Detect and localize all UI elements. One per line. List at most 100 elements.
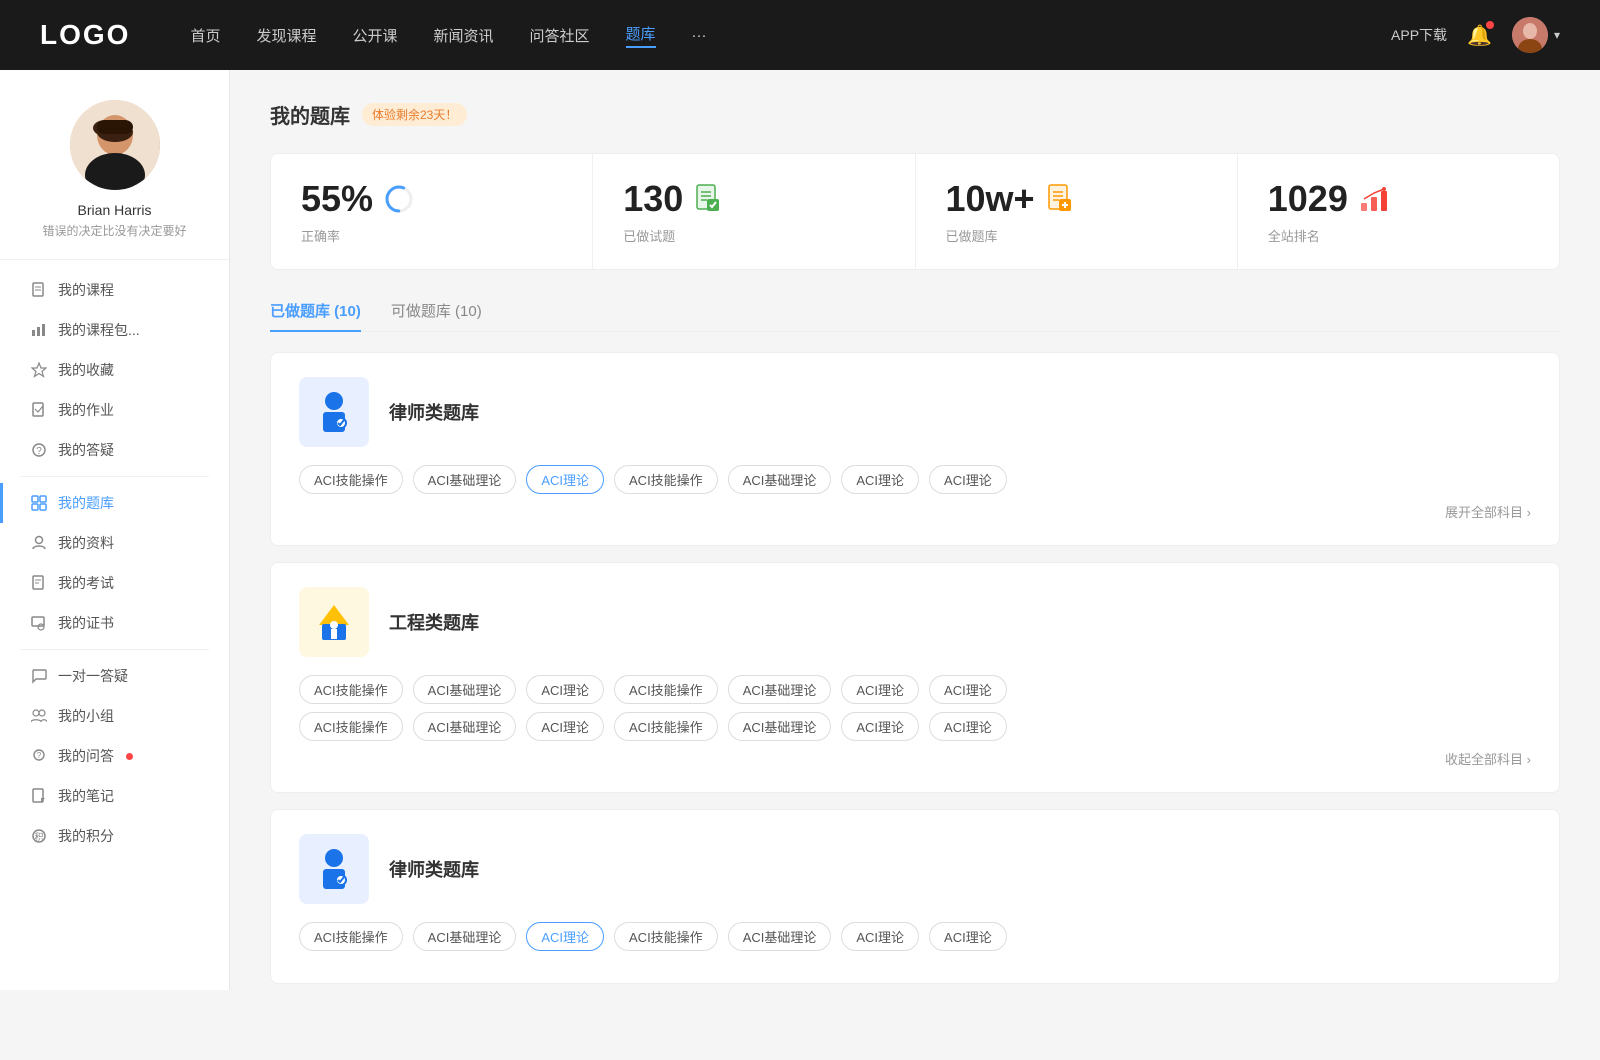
file-icon <box>30 281 48 299</box>
tag-1r-1[interactable]: ACI基础理论 <box>413 712 517 741</box>
tag-2-0[interactable]: ACI技能操作 <box>299 922 403 951</box>
grid-icon <box>30 494 48 512</box>
stat-accuracy-value: 55% <box>301 178 373 220</box>
sidebar-item-my-notes[interactable]: 我的笔记 <box>0 776 229 816</box>
stat-ranking-label: 全站排名 <box>1268 226 1529 245</box>
nav-news[interactable]: 新闻资讯 <box>434 25 494 46</box>
page-layout: Brian Harris 错误的决定比没有决定要好 我的课程 我的课程包... <box>0 70 1600 1030</box>
tag-2-6[interactable]: ACI理论 <box>929 922 1007 951</box>
sidebar-item-my-cert[interactable]: 我的证书 <box>0 603 229 643</box>
stat-accuracy-top: 55% <box>301 178 562 220</box>
tag-0-1[interactable]: ACI基础理论 <box>413 465 517 494</box>
tag-1r-3[interactable]: ACI技能操作 <box>614 712 718 741</box>
sidebar-item-my-questions[interactable]: ? 我的答疑 <box>0 430 229 470</box>
sidebar-divider-2 <box>20 649 209 650</box>
nav-more[interactable]: ··· <box>692 27 707 44</box>
tag-2-1[interactable]: ACI基础理论 <box>413 922 517 951</box>
engineer-icon <box>299 587 369 657</box>
qbank-card-lawyer-2: 律师类题库 ACI技能操作 ACI基础理论 ACI理论 ACI技能操作 ACI基… <box>270 809 1560 984</box>
tag-0-6[interactable]: ACI理论 <box>929 465 1007 494</box>
sidebar-item-my-points[interactable]: 积 我的积分 <box>0 816 229 856</box>
sidebar-item-my-answers[interactable]: ? 我的问答 <box>0 736 229 776</box>
nav-qbank[interactable]: 题库 <box>626 23 656 48</box>
profile-avatar <box>70 100 160 190</box>
stat-ranking: 1029 全站排名 <box>1238 154 1559 269</box>
tag-1-2[interactable]: ACI理论 <box>526 675 604 704</box>
nav-qa[interactable]: 问答社区 <box>530 25 590 46</box>
tag-1-1[interactable]: ACI基础理论 <box>413 675 517 704</box>
tag-2-2[interactable]: ACI理论 <box>526 922 604 951</box>
tag-1-5[interactable]: ACI理论 <box>841 675 919 704</box>
nav-open-course[interactable]: 公开课 <box>352 25 397 46</box>
nav-discover[interactable]: 发现课程 <box>256 25 316 46</box>
tag-1r-4[interactable]: ACI基础理论 <box>728 712 832 741</box>
chat-icon <box>30 667 48 685</box>
tag-0-2[interactable]: ACI理论 <box>526 465 604 494</box>
sidebar: Brian Harris 错误的决定比没有决定要好 我的课程 我的课程包... <box>0 70 230 990</box>
sidebar-label-my-questions: 我的答疑 <box>58 440 114 460</box>
sidebar-item-my-qbank[interactable]: 我的题库 <box>0 483 229 523</box>
tag-1r-5[interactable]: ACI理论 <box>841 712 919 741</box>
sidebar-item-my-exam[interactable]: 我的考试 <box>0 563 229 603</box>
sidebar-divider-1 <box>20 476 209 477</box>
nav-home[interactable]: 首页 <box>190 25 220 46</box>
sidebar-label-my-group: 我的小组 <box>58 706 114 726</box>
tag-1r-6[interactable]: ACI理论 <box>929 712 1007 741</box>
svg-text:?: ? <box>37 751 42 760</box>
tab-done-banks[interactable]: 已做题库 (10) <box>270 300 361 331</box>
tag-2-5[interactable]: ACI理论 <box>841 922 919 951</box>
sidebar-item-my-homework[interactable]: 我的作业 <box>0 390 229 430</box>
tag-2-3[interactable]: ACI技能操作 <box>614 922 718 951</box>
tag-1r-0[interactable]: ACI技能操作 <box>299 712 403 741</box>
sidebar-label-my-courses: 我的课程 <box>58 280 114 300</box>
sidebar-label-my-homework: 我的作业 <box>58 400 114 420</box>
stat-done-questions-top: 130 <box>623 178 884 220</box>
sidebar-item-my-courses[interactable]: 我的课程 <box>0 270 229 310</box>
user-avatar-menu[interactable]: ▾ <box>1512 17 1560 53</box>
qbank-name-engineer: 工程类题库 <box>389 609 479 635</box>
expand-btn-lawyer-1[interactable]: 展开全部科目 › <box>299 502 1531 521</box>
stat-ranking-top: 1029 <box>1268 178 1529 220</box>
stat-done-banks-value: 10w+ <box>946 178 1035 220</box>
tag-1-6[interactable]: ACI理论 <box>929 675 1007 704</box>
tag-1r-2[interactable]: ACI理论 <box>526 712 604 741</box>
tag-0-5[interactable]: ACI理论 <box>841 465 919 494</box>
sidebar-label-my-points: 我的积分 <box>58 826 114 846</box>
sidebar-item-one-on-one[interactable]: 一对一答疑 <box>0 656 229 696</box>
stat-done-banks-top: 10w+ <box>946 178 1207 220</box>
svg-text:?: ? <box>36 446 42 457</box>
sidebar-item-my-profile[interactable]: 我的资料 <box>0 523 229 563</box>
sidebar-label-my-cert: 我的证书 <box>58 613 114 633</box>
group-icon <box>30 707 48 725</box>
stat-done-banks-label: 已做题库 <box>946 226 1207 245</box>
sidebar-item-my-packages[interactable]: 我的课程包... <box>0 310 229 350</box>
tag-2-4[interactable]: ACI基础理论 <box>728 922 832 951</box>
navbar-right: APP下载 🔔 ▾ <box>1391 17 1560 53</box>
tag-1-3[interactable]: ACI技能操作 <box>614 675 718 704</box>
notification-dot <box>1486 21 1494 29</box>
trial-badge: 体验剩余23天！ <box>362 103 467 126</box>
notification-bell[interactable]: 🔔 <box>1467 23 1492 48</box>
tag-0-0[interactable]: ACI技能操作 <box>299 465 403 494</box>
svg-text:积: 积 <box>34 831 43 842</box>
app-download-link[interactable]: APP下载 <box>1391 25 1447 45</box>
qa-icon: ? <box>30 747 48 765</box>
sidebar-label-my-notes: 我的笔记 <box>58 786 114 806</box>
ranking-chart-icon <box>1358 183 1390 215</box>
person-icon <box>30 534 48 552</box>
qbank-header-engineer: 工程类题库 <box>299 587 1531 657</box>
sidebar-label-my-packages: 我的课程包... <box>58 320 140 340</box>
sidebar-item-my-group[interactable]: 我的小组 <box>0 696 229 736</box>
stat-done-questions: 130 已做试题 <box>593 154 915 269</box>
tag-0-4[interactable]: ACI基础理论 <box>728 465 832 494</box>
tag-1-0[interactable]: ACI技能操作 <box>299 675 403 704</box>
expand-btn-engineer[interactable]: 收起全部科目 › <box>299 749 1531 768</box>
lawyer-icon-2 <box>299 834 369 904</box>
profile-name: Brian Harris <box>78 202 152 218</box>
lawyer-icon-1 <box>299 377 369 447</box>
tag-1-4[interactable]: ACI基础理论 <box>728 675 832 704</box>
sidebar-item-my-favorites[interactable]: 我的收藏 <box>0 350 229 390</box>
tag-0-3[interactable]: ACI技能操作 <box>614 465 718 494</box>
answers-notification-dot <box>126 753 133 760</box>
tab-available-banks[interactable]: 可做题库 (10) <box>391 300 482 331</box>
